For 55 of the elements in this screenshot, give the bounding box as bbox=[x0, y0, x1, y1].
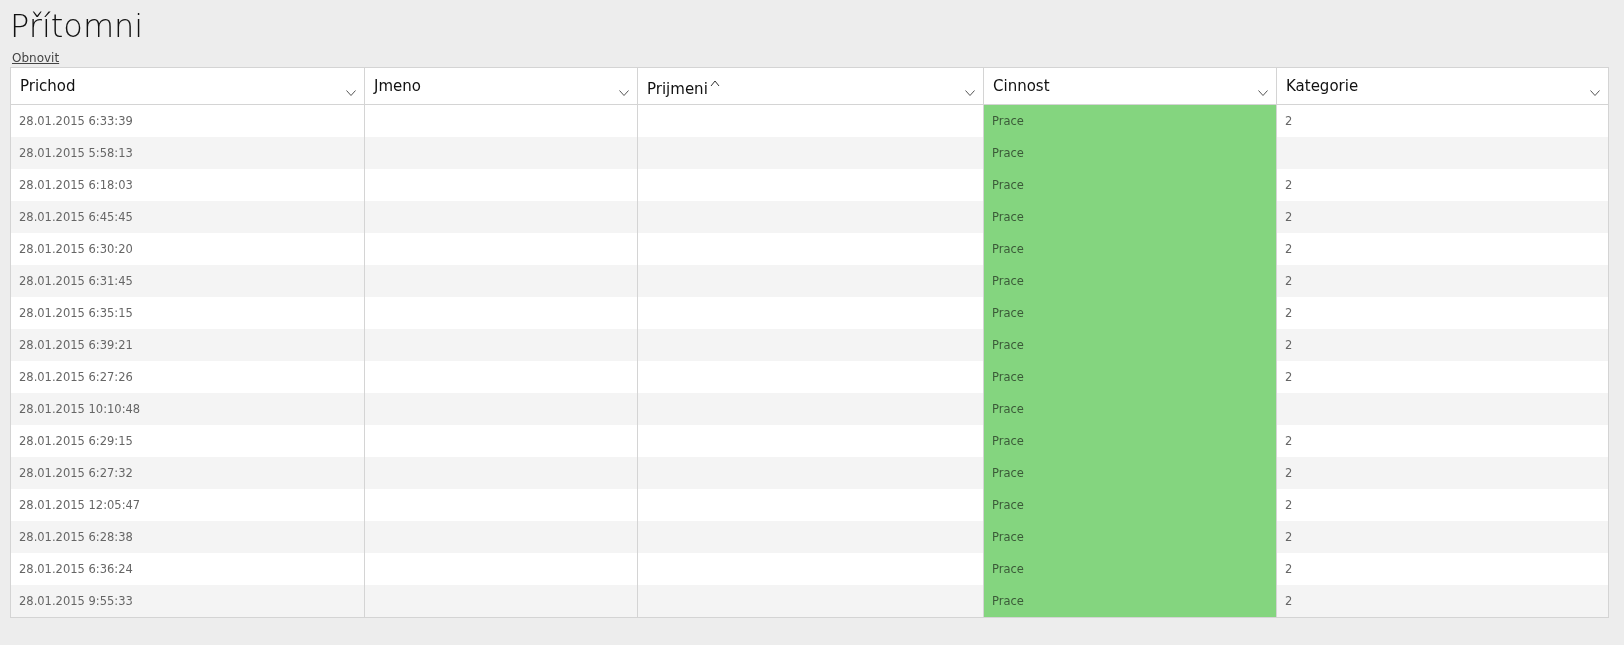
column-header[interactable]: Kategorie bbox=[1277, 68, 1608, 104]
column-label: Prijmeni bbox=[647, 80, 708, 98]
table-cell: Prace bbox=[984, 521, 1277, 553]
table-cell-text: 2 bbox=[1284, 433, 1294, 450]
refresh-link[interactable]: Obnovit bbox=[12, 51, 60, 65]
table-cell-text: 2 bbox=[1284, 337, 1294, 354]
table-cell: Prace bbox=[984, 297, 1277, 329]
table-cell-text: 2 bbox=[1284, 113, 1294, 130]
table-cell-text: 2 bbox=[1284, 273, 1294, 290]
column-label: Cinnost bbox=[993, 77, 1050, 95]
table-cell-text: 2 bbox=[1284, 241, 1294, 258]
table-cell: 28.01.2015 6:28:38 bbox=[11, 521, 365, 553]
table-cell: 28.01.2015 6:27:32 bbox=[11, 457, 365, 489]
table-cell: Prace bbox=[984, 585, 1277, 617]
table-cell: Prace bbox=[984, 329, 1277, 361]
column-label: Kategorie bbox=[1286, 77, 1359, 95]
chevron-down-icon[interactable] bbox=[1590, 90, 1600, 96]
table-cell: 28.01.2015 6:39:21 bbox=[11, 329, 365, 361]
table-cell: Prace bbox=[984, 393, 1277, 425]
table-cell: Prace bbox=[984, 553, 1277, 585]
chevron-down-icon[interactable] bbox=[1258, 90, 1268, 96]
column-header[interactable]: Prichod bbox=[11, 68, 365, 104]
column-header[interactable]: Prijmeni bbox=[638, 68, 984, 104]
table-cell-text: 2 bbox=[1284, 305, 1294, 322]
column-header[interactable]: Cinnost bbox=[984, 68, 1277, 104]
column-label: Prichod bbox=[20, 77, 76, 95]
table-cell-text: 2 bbox=[1284, 177, 1294, 194]
column-header[interactable]: Jmeno bbox=[365, 68, 638, 104]
table-cell-text: 2 bbox=[1284, 593, 1294, 610]
table-cell: Prace bbox=[984, 457, 1277, 489]
page-title: Přítomni bbox=[10, 6, 145, 47]
chevron-down-icon[interactable] bbox=[965, 90, 975, 96]
table-cell-text: 2 bbox=[1284, 209, 1294, 226]
table-cell: Prace bbox=[984, 361, 1277, 393]
table-cell: 28.01.2015 10:10:48 bbox=[11, 393, 365, 425]
table-cell: Prace bbox=[984, 105, 1277, 137]
table-cell: 28.01.2015 5:58:13 bbox=[11, 137, 365, 169]
table-cell: Prace bbox=[984, 265, 1277, 297]
table-cell-text: 2 bbox=[1284, 465, 1294, 482]
chevron-down-icon[interactable] bbox=[346, 90, 356, 96]
column-label: Jmeno bbox=[374, 77, 421, 95]
table-cell-text: 2 bbox=[1284, 497, 1294, 514]
table-cell-text: 2 bbox=[1284, 561, 1294, 578]
table-cell: Prace bbox=[984, 233, 1277, 265]
table-cell-text: 2 bbox=[1284, 529, 1294, 546]
chevron-down-icon[interactable] bbox=[619, 90, 629, 96]
table-cell: Prace bbox=[984, 169, 1277, 201]
table-cell: 28.01.2015 6:31:45 bbox=[11, 265, 365, 297]
table-cell: 28.01.2015 9:55:33 bbox=[11, 585, 365, 617]
table-cell: Prace bbox=[984, 137, 1277, 169]
table-cell: Prace bbox=[984, 489, 1277, 521]
table-cell: Prace bbox=[984, 201, 1277, 233]
table-cell: 28.01.2015 6:45:45 bbox=[11, 201, 365, 233]
table-cell: Prace bbox=[984, 425, 1277, 457]
table-cell-text: 2 bbox=[1284, 369, 1294, 386]
